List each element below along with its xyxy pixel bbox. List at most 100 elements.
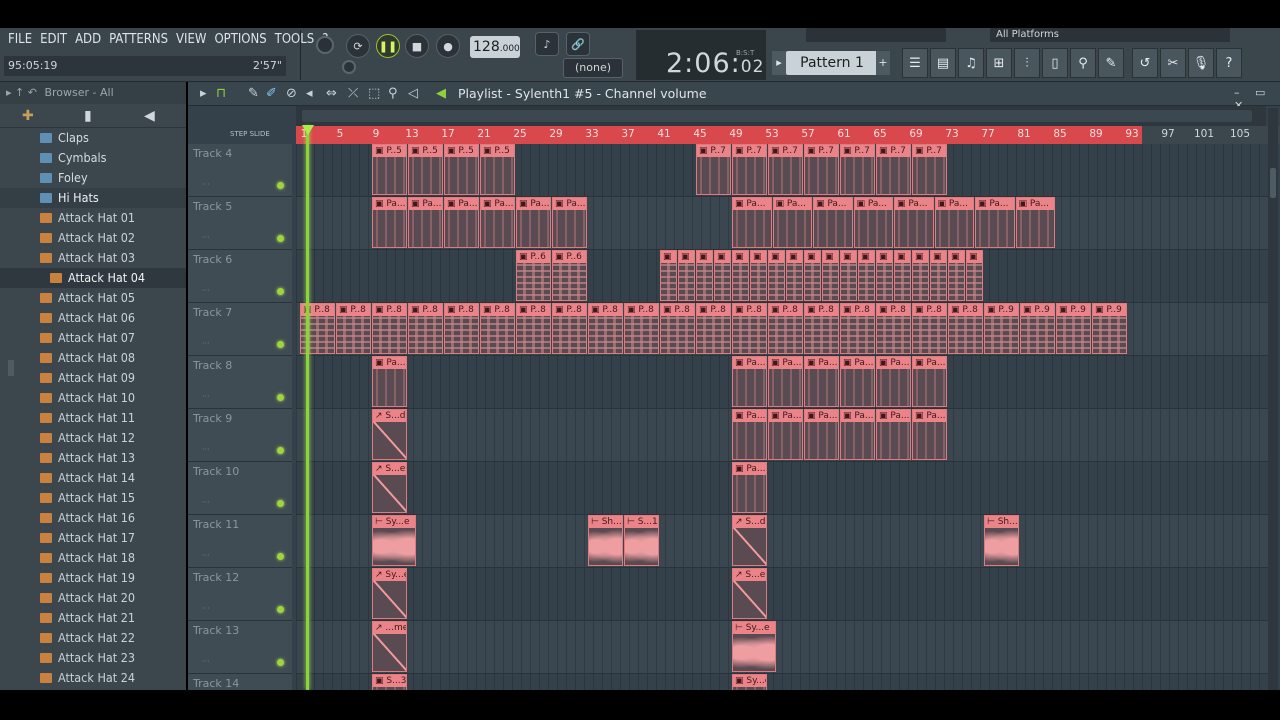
pattern-clip[interactable]: ▣ Pa...	[840, 356, 875, 407]
playlist-menu-icon[interactable]: ▸	[200, 86, 207, 101]
pattern-clip[interactable]: ▣ P..7	[696, 144, 731, 195]
browser-item[interactable]: Attack Hat 18	[0, 548, 186, 568]
pattern-clip[interactable]: ▣	[714, 250, 731, 301]
pattern-clip[interactable]: ▣ Pa...	[804, 409, 839, 460]
browser-item[interactable]: Attack Hat 16	[0, 508, 186, 528]
metronome-icon[interactable]: ♪	[535, 32, 559, 56]
browser-item[interactable]: Attack Hat 19	[0, 568, 186, 588]
pattern-clip[interactable]: ▣ Pa...	[894, 197, 934, 248]
track-grip-icon[interactable]: ···	[202, 445, 210, 454]
track-lane[interactable]: ▣ P..8 ▣ P..8 ▣ P..8 ▣ P..8 ▣ P..8 ▣ P..8 ▣ P.…	[296, 303, 1268, 356]
pattern-clip[interactable]: ▣ P..7	[732, 144, 767, 195]
file-icon[interactable]: ▮	[84, 108, 92, 124]
pattern-clip[interactable]: ▣ Pa...	[408, 197, 443, 248]
browser-item[interactable]: Attack Hat 01	[0, 208, 186, 228]
pattern-selector[interactable]: Pattern 1	[786, 51, 878, 75]
pattern-clip[interactable]: ▣ P..6	[552, 250, 587, 301]
track-header[interactable]: Track 8 ···	[188, 356, 292, 409]
track-mute-led[interactable]	[277, 606, 284, 613]
stop-button[interactable]: ■	[405, 34, 429, 58]
pattern-clip[interactable]: ▣ P..5	[444, 144, 479, 195]
audio-clip[interactable]: ⊢ Sh...	[984, 515, 1019, 566]
track-grip-icon[interactable]: ···	[202, 657, 210, 666]
track-lane[interactable]: ↗ S...e ▣ Pa...	[296, 462, 1268, 515]
pattern-clip[interactable]: ▣	[750, 250, 767, 301]
pattern-add-button[interactable]: +	[876, 51, 890, 75]
track-header[interactable]: Track 7 ···	[188, 303, 292, 356]
track-mute-led[interactable]	[277, 341, 284, 348]
track-header[interactable]: Track 5 ···	[188, 197, 292, 250]
pattern-clip[interactable]: ▣ Pa...	[372, 197, 407, 248]
pattern-clip[interactable]: ▣ P..8	[552, 303, 587, 354]
platforms-dropdown[interactable]: All Platforms	[990, 28, 1230, 42]
pattern-clip[interactable]: ▣ P..8	[948, 303, 983, 354]
track-header[interactable]: Track 6 ···	[188, 250, 292, 303]
pattern-clip[interactable]: ▣	[660, 250, 677, 301]
playlist-hscroll[interactable]	[296, 106, 1266, 126]
slip-icon[interactable]: ⇔	[326, 86, 337, 101]
pattern-clip[interactable]: ▣ Pa...	[444, 197, 479, 248]
master-pitch-knob[interactable]	[342, 60, 356, 74]
pattern-clip[interactable]: ▣ Pa...	[516, 197, 551, 248]
automation-clip[interactable]: ↗ S...d	[372, 409, 407, 460]
track-grip-icon[interactable]: ···	[202, 551, 210, 560]
pattern-clip[interactable]: ▣	[678, 250, 695, 301]
channel-speaker-icon[interactable]: ◀	[436, 86, 446, 101]
pat-song-toggle[interactable]: ⟳	[346, 34, 370, 58]
browser-item[interactable]: Attack Hat 20	[0, 588, 186, 608]
brush-icon[interactable]: ✐	[266, 86, 277, 101]
browser-item[interactable]: Foley	[0, 168, 186, 188]
browser-item[interactable]: Attack Hat 09	[0, 368, 186, 388]
pattern-clip[interactable]: ▣	[876, 250, 893, 301]
pattern-clip[interactable]: ▣ P..8	[408, 303, 443, 354]
menu-add[interactable]: ADD	[71, 30, 105, 50]
browser-item[interactable]: Attack Hat 07	[0, 328, 186, 348]
hscroll-thumb[interactable]	[302, 110, 1252, 122]
pattern-clip[interactable]: ▣	[894, 250, 911, 301]
browser-item[interactable]: Hi Hats	[0, 188, 186, 208]
mute-icon[interactable]: ◂	[306, 86, 313, 101]
track-lane[interactable]: ↗ ...me ⊢ Sy...e	[296, 621, 1268, 674]
speaker-icon[interactable]: ◀	[144, 108, 155, 124]
undo-icon[interactable]: ↺	[1132, 48, 1158, 78]
pattern-clip[interactable]: ▣	[822, 250, 839, 301]
pattern-clip[interactable]: ▣ P..8	[696, 303, 731, 354]
track-header[interactable]: Track 10 ···	[188, 462, 292, 515]
browser-item[interactable]: Attack Hat 23	[0, 648, 186, 668]
pattern-clip[interactable]: ▣	[696, 250, 713, 301]
snap-selector[interactable]: (none)	[563, 58, 623, 78]
pattern-clip[interactable]: ▣ Pa...	[876, 409, 911, 460]
slice-icon[interactable]: ⤫	[348, 86, 358, 101]
automation-clip[interactable]: ↗ S...d	[732, 515, 767, 566]
pattern-clip[interactable]: ▣	[948, 250, 965, 301]
pattern-clip[interactable]: ▣ P..8	[768, 303, 803, 354]
pattern-clip[interactable]: ▣ P..7	[876, 144, 911, 195]
track-lane[interactable]: ↗ S...d ▣ Pa... ▣ Pa... ▣ Pa... ▣ Pa... ▣ Pa.…	[296, 409, 1268, 462]
pattern-clip[interactable]: ▣ P..8	[732, 303, 767, 354]
browser-item[interactable]: Attack Hat 21	[0, 608, 186, 628]
delete-icon[interactable]: ⊘	[286, 86, 297, 101]
pattern-clip[interactable]: ▣ P..9	[984, 303, 1019, 354]
track-grip-icon[interactable]: ···	[202, 392, 210, 401]
browser-item[interactable]: Attack Hat 17	[0, 528, 186, 548]
pattern-clip[interactable]: ▣ P..7	[840, 144, 875, 195]
pattern-clip[interactable]: ▣	[786, 250, 803, 301]
tempo-display[interactable]: 128.000	[470, 36, 520, 58]
track-lane[interactable]: ▣ P..6 ▣ P..6 ▣ ▣ ▣ ▣ ▣ ▣ ▣ ▣ ▣ ▣ ▣ ▣ ▣ ▣ …	[296, 250, 1268, 303]
browser-item[interactable]: Attack Hat 06	[0, 308, 186, 328]
playback-icon[interactable]: ◁	[408, 86, 418, 101]
pattern-clip[interactable]: ▣ Pa...	[768, 356, 803, 407]
audio-clip[interactable]: ⊢ Sh...3	[588, 515, 623, 566]
browser-icon[interactable]: ⊞	[986, 48, 1012, 78]
select-icon[interactable]: ⬚	[368, 86, 380, 101]
browser-item[interactable]: Attack Hat 15	[0, 488, 186, 508]
browser-item[interactable]: Claps	[0, 128, 186, 148]
pattern-clip[interactable]: ▣	[930, 250, 947, 301]
track-grip-icon[interactable]: ···	[202, 233, 210, 242]
browser-item[interactable]: Attack Hat 03	[0, 248, 186, 268]
browser-item[interactable]: Attack Hat 08	[0, 348, 186, 368]
playlist-vscroll[interactable]	[1268, 108, 1278, 690]
menu-view[interactable]: VIEW	[172, 30, 210, 50]
menu-edit[interactable]: EDIT	[36, 30, 71, 50]
pattern-clip[interactable]: ▣ P..8	[912, 303, 947, 354]
